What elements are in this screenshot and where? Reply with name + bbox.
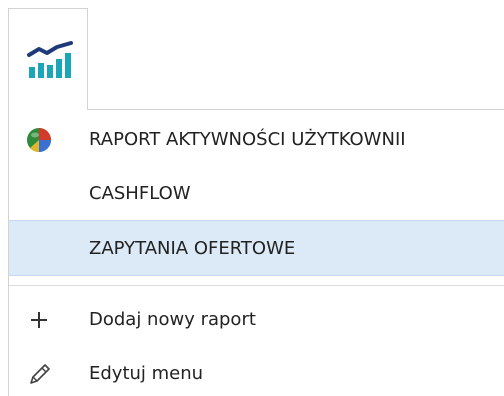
menu-item-raport-aktywnosci[interactable]: RAPORT AKTYWNOŚCI UŻYTKOWNII [9,112,504,168]
menu-item-cashflow[interactable]: CASHFLOW [9,166,504,222]
menu-item-edit-menu[interactable]: Edytuj menu [9,346,504,396]
menu-item-label: ZAPYTANIA OFERTOWE [89,238,296,259]
menu-item-label: CASHFLOW [89,183,191,204]
pie-chart-icon [27,128,51,153]
menu-item-label: RAPORT AKTYWNOŚCI UŻYTKOWNII [89,129,406,150]
menu-item-label: Edytuj menu [89,363,204,384]
reports-tab[interactable] [8,8,88,110]
menu-item-zapytania-ofertowe[interactable]: ZAPYTANIA OFERTOWE [9,220,504,276]
menu-item-label: Dodaj nowy raport [89,309,256,330]
dropdown-menu: RAPORT AKTYWNOŚCI UŻYTKOWNII CASHFLOW ZA… [8,110,504,396]
menu-divider [9,285,504,286]
pencil-icon [30,364,50,384]
reports-dropdown: RAPORT AKTYWNOŚCI UŻYTKOWNII CASHFLOW ZA… [0,0,504,396]
plus-icon [31,312,47,328]
bar-chart-trend-icon [27,41,73,78]
menu-item-add-report[interactable]: Dodaj nowy raport [9,292,504,348]
